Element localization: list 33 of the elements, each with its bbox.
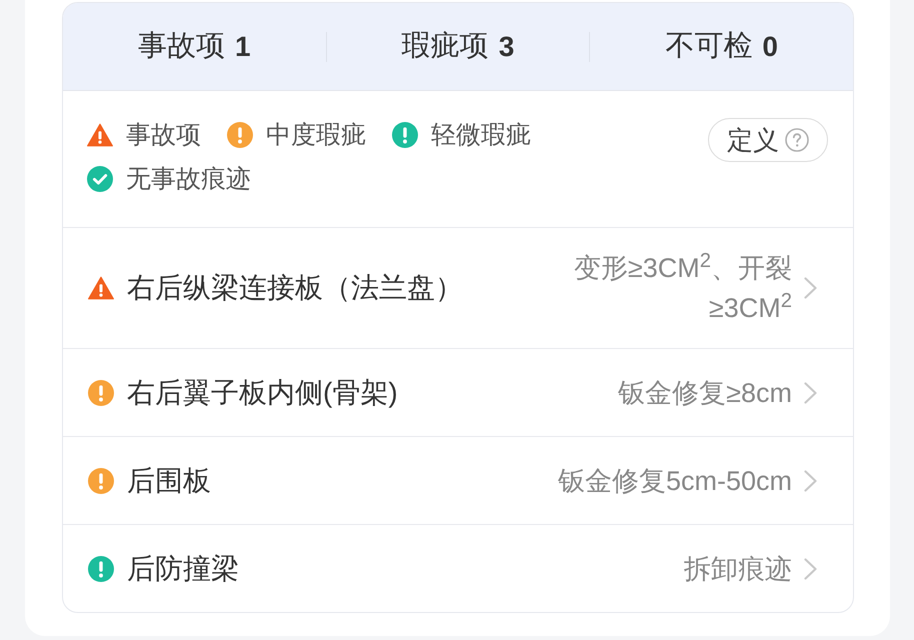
- item-name: 右后纵梁连接板（法兰盘）: [127, 271, 463, 305]
- item-name: 右后翼子板内侧(骨架): [127, 376, 398, 410]
- inspection-row[interactable]: 右后翼子板内侧(骨架) 钣金修复≥8cm: [63, 348, 853, 436]
- inspection-row[interactable]: 后防撞梁 拆卸痕迹: [63, 524, 853, 612]
- item-detail: 拆卸痕迹: [684, 552, 792, 586]
- inspection-row[interactable]: 右后纵梁连接板（法兰盘） 变形≥3CM$^{2}$、开裂≥3CM$^{2}$: [63, 227, 853, 348]
- definition-button[interactable]: 定义: [708, 118, 828, 162]
- warning-triangle-icon: [87, 122, 113, 148]
- item-detail: 变形≥3CM$^{2}$、开裂≥3CM$^{2}$: [572, 248, 792, 325]
- legend-label: 中度瑕疵: [266, 122, 366, 148]
- chevron-right-icon: [804, 382, 817, 404]
- check-circle-icon: [87, 166, 113, 192]
- chevron-right-icon: [804, 558, 817, 580]
- chevron-right-icon: [804, 470, 817, 492]
- item-name: 后围板: [127, 464, 211, 498]
- legend-label: 轻微瑕疵: [431, 122, 531, 148]
- item-detail: 钣金修复≥8cm: [618, 376, 792, 410]
- summary-tab[interactable]: 瑕疵项 3: [402, 32, 514, 61]
- help-icon: [785, 128, 809, 152]
- exclamation-circle-icon: [88, 556, 114, 582]
- exclamation-circle-icon: [227, 122, 253, 148]
- summary-tab[interactable]: 事故项 1: [138, 32, 251, 61]
- legend-label: 事故项: [126, 122, 201, 148]
- exclamation-circle-icon: [392, 122, 418, 148]
- chevron-right-icon: [804, 277, 817, 299]
- exclamation-circle-icon: [88, 380, 114, 406]
- summary-tab[interactable]: 不可检 0: [665, 32, 778, 61]
- legend-label: 无事故痕迹: [126, 166, 251, 192]
- item-name: 后防撞梁: [127, 552, 239, 586]
- inspection-row[interactable]: 后围板 钣金修复5cm-50cm: [63, 436, 853, 524]
- warning-triangle-icon: [88, 275, 114, 301]
- exclamation-circle-icon: [88, 468, 114, 494]
- item-detail: 钣金修复5cm-50cm: [558, 464, 792, 498]
